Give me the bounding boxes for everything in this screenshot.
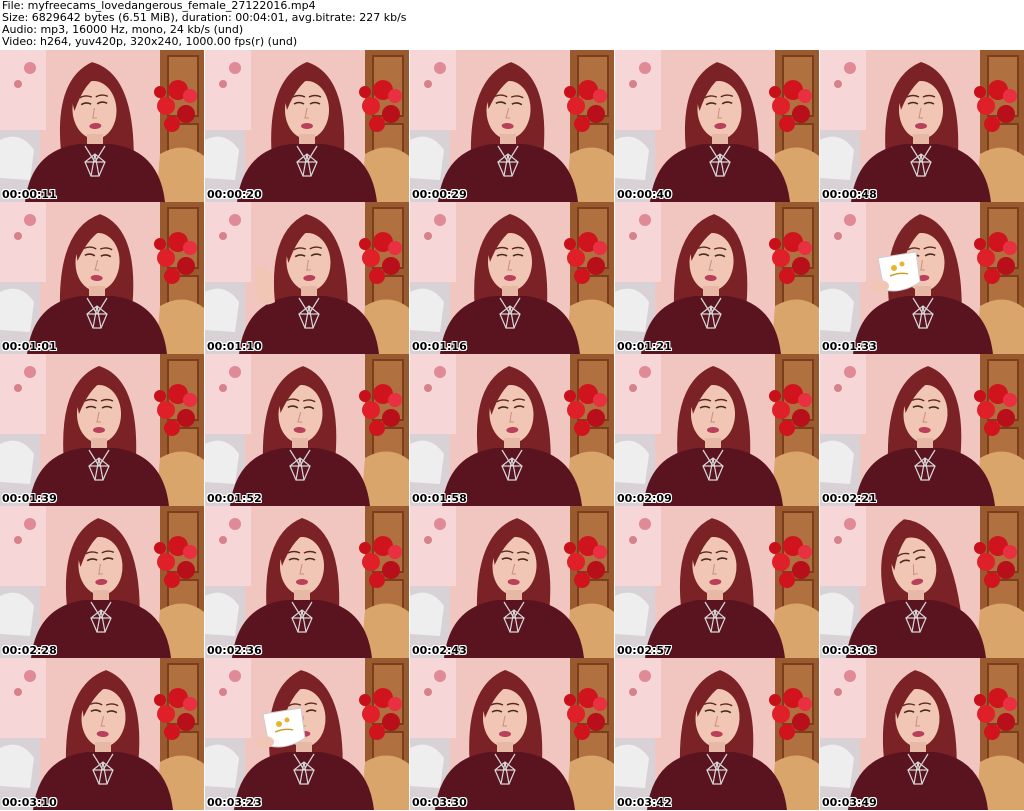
thumbnail-frame: 00:02:21 [820, 354, 1024, 506]
frame-timestamp: 00:01:52 [207, 492, 262, 505]
video-frame-image [0, 658, 204, 810]
frame-timestamp: 00:03:30 [412, 796, 467, 809]
video-frame-image [0, 202, 204, 354]
video-frame-image [615, 658, 819, 810]
frame-timestamp: 00:03:03 [822, 644, 877, 657]
frame-timestamp: 00:00:20 [207, 188, 262, 201]
video-info-header: File: myfreecams_lovedangerous_female_27… [2, 0, 1022, 50]
frame-timestamp: 00:01:16 [412, 340, 467, 353]
video-frame-image [0, 506, 204, 658]
thumbnail-frame: 00:00:20 [205, 50, 409, 202]
video-frame-image [410, 506, 614, 658]
video-frame-image [410, 658, 614, 810]
frame-timestamp: 00:00:29 [412, 188, 467, 201]
video-frame-image [820, 202, 1024, 354]
video-frame-image [820, 50, 1024, 202]
video-frame-image [410, 354, 614, 506]
video-frame-image [615, 506, 819, 658]
thumbnail-frame: 00:01:58 [410, 354, 614, 506]
frame-timestamp: 00:02:36 [207, 644, 262, 657]
video-frame-image [205, 658, 409, 810]
thumbnail-frame: 00:03:23 [205, 658, 409, 810]
frame-timestamp: 00:03:49 [822, 796, 877, 809]
thumbnail-frame: 00:03:10 [0, 658, 204, 810]
video-frame-image [615, 50, 819, 202]
frame-timestamp: 00:02:21 [822, 492, 877, 505]
thumbnail-frame: 00:01:01 [0, 202, 204, 354]
thumbnail-frame: 00:02:36 [205, 506, 409, 658]
frame-timestamp: 00:02:43 [412, 644, 467, 657]
thumbnail-frame: 00:00:40 [615, 50, 819, 202]
thumbnail-frame: 00:00:48 [820, 50, 1024, 202]
frame-timestamp: 00:03:42 [617, 796, 672, 809]
thumbnail-frame: 00:02:43 [410, 506, 614, 658]
video-frame-image [0, 50, 204, 202]
thumbnail-frame: 00:01:10 [205, 202, 409, 354]
video-frame-image [615, 354, 819, 506]
video-frame-image [820, 506, 1024, 658]
video-frame-image [205, 202, 409, 354]
thumbnail-frame: 00:02:57 [615, 506, 819, 658]
video-frame-image [205, 50, 409, 202]
thumbnail-frame: 00:03:49 [820, 658, 1024, 810]
frame-timestamp: 00:01:33 [822, 340, 877, 353]
frame-timestamp: 00:02:28 [2, 644, 57, 657]
frame-timestamp: 00:03:10 [2, 796, 57, 809]
frame-timestamp: 00:01:39 [2, 492, 57, 505]
thumbnail-frame: 00:02:28 [0, 506, 204, 658]
thumbnail-frame: 00:03:30 [410, 658, 614, 810]
thumbnail-frame: 00:01:39 [0, 354, 204, 506]
thumbnail-grid: 00:00:11 00:00:20 00:00:29 00:00:40 00:00:48… [0, 50, 1024, 811]
video-frame-image [205, 506, 409, 658]
thumbnail-frame: 00:00:11 [0, 50, 204, 202]
thumbnail-frame: 00:00:29 [410, 50, 614, 202]
video-frame-image [410, 202, 614, 354]
frame-timestamp: 00:00:40 [617, 188, 672, 201]
video-frame-image [410, 50, 614, 202]
thumbnail-frame: 00:02:09 [615, 354, 819, 506]
frame-timestamp: 00:00:48 [822, 188, 877, 201]
thumbnail-frame: 00:01:52 [205, 354, 409, 506]
video-frame-image [820, 354, 1024, 506]
frame-timestamp: 00:01:58 [412, 492, 467, 505]
thumbnail-frame: 00:01:16 [410, 202, 614, 354]
thumbnail-frame: 00:03:42 [615, 658, 819, 810]
video-frame-image [820, 658, 1024, 810]
thumbnail-frame: 00:03:03 [820, 506, 1024, 658]
video-frame-image [205, 354, 409, 506]
video-info-line: Video: h264, yuv420p, 320x240, 1000.00 f… [2, 35, 298, 48]
frame-timestamp: 00:03:23 [207, 796, 262, 809]
frame-timestamp: 00:00:11 [2, 188, 57, 201]
video-frame-image [0, 354, 204, 506]
frame-timestamp: 00:01:01 [2, 340, 57, 353]
thumbnail-frame: 00:01:21 [615, 202, 819, 354]
video-frame-image [615, 202, 819, 354]
frame-timestamp: 00:02:57 [617, 644, 672, 657]
frame-timestamp: 00:02:09 [617, 492, 672, 505]
frame-timestamp: 00:01:21 [617, 340, 672, 353]
thumbnail-frame: 00:01:33 [820, 202, 1024, 354]
frame-timestamp: 00:01:10 [207, 340, 262, 353]
